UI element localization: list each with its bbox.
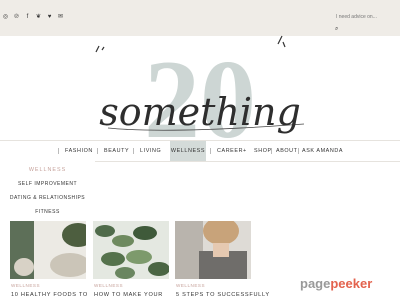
search-input[interactable] bbox=[336, 12, 398, 21]
email-icon[interactable]: ✉ bbox=[55, 12, 66, 22]
nav-item-wellness[interactable]: WELLNESS bbox=[170, 141, 206, 161]
nav-divider bbox=[298, 148, 299, 154]
main-nav: FASHION BEAUTY LIVING WELLNESS CAREER + … bbox=[0, 140, 400, 162]
watermark: pagepeeker bbox=[300, 276, 400, 296]
nav-divider bbox=[58, 148, 59, 154]
instagram-icon[interactable]: ◎ bbox=[0, 12, 11, 22]
site-logo[interactable]: 20 something bbox=[80, 30, 320, 150]
pinterest-icon[interactable]: ℗ bbox=[11, 12, 22, 22]
post-image[interactable] bbox=[175, 221, 251, 279]
dropdown-item-self-improvement[interactable]: SELF IMPROVEMENT bbox=[0, 181, 95, 187]
dropdown-heading[interactable]: WELLNESS bbox=[0, 167, 95, 173]
post-title[interactable]: HOW TO MAKE YOUR bbox=[94, 292, 163, 298]
wellness-dropdown: WELLNESS SELF IMPROVEMENT DATING & RELAT… bbox=[0, 161, 95, 219]
nav-divider bbox=[133, 148, 134, 154]
nav-divider bbox=[97, 148, 98, 154]
post-image[interactable] bbox=[10, 221, 86, 279]
nav-item-shop[interactable]: SHOP bbox=[254, 141, 272, 161]
twitter-icon[interactable]: ❦ bbox=[33, 12, 44, 22]
facebook-icon[interactable]: f bbox=[22, 12, 33, 22]
nav-item-ask-amanda[interactable]: ASK AMANDA bbox=[302, 141, 343, 161]
nav-divider bbox=[210, 148, 211, 154]
post-title[interactable]: 5 STEPS TO SUCCESSFULLY bbox=[176, 292, 270, 298]
nav-divider bbox=[271, 148, 272, 154]
post-category[interactable]: WELLNESS bbox=[176, 283, 205, 288]
nav-item-beauty[interactable]: BEAUTY bbox=[104, 141, 129, 161]
post-category[interactable]: WELLNESS bbox=[11, 283, 40, 288]
post-image[interactable] bbox=[93, 221, 169, 279]
post-category[interactable]: WELLNESS bbox=[94, 283, 123, 288]
nav-item-about[interactable]: ABOUT bbox=[276, 141, 298, 161]
heart-icon[interactable]: ♥ bbox=[44, 12, 55, 22]
social-links: ◎ ℗ f ❦ ♥ ✉ bbox=[0, 12, 66, 22]
dropdown-item-dating-relationships[interactable]: DATING & RELATIONSHIPS bbox=[0, 195, 95, 201]
plus-icon[interactable]: + bbox=[243, 141, 247, 161]
post-thumbnail bbox=[93, 221, 169, 279]
nav-item-career[interactable]: CAREER bbox=[217, 141, 243, 161]
dropdown-item-fitness[interactable]: FITNESS bbox=[0, 209, 95, 215]
search-icon[interactable]: ⌕ bbox=[335, 26, 338, 32]
logo-script: something bbox=[99, 90, 301, 134]
watermark-main: page bbox=[300, 276, 331, 291]
watermark-accent: peeker bbox=[330, 276, 373, 291]
post-thumbnail bbox=[10, 221, 86, 279]
post-thumbnail bbox=[175, 221, 251, 279]
nav-item-living[interactable]: LIVING bbox=[140, 141, 161, 161]
post-title[interactable]: 10 HEALTHY FOODS TO bbox=[11, 292, 88, 298]
nav-item-fashion[interactable]: FASHION bbox=[65, 141, 93, 161]
